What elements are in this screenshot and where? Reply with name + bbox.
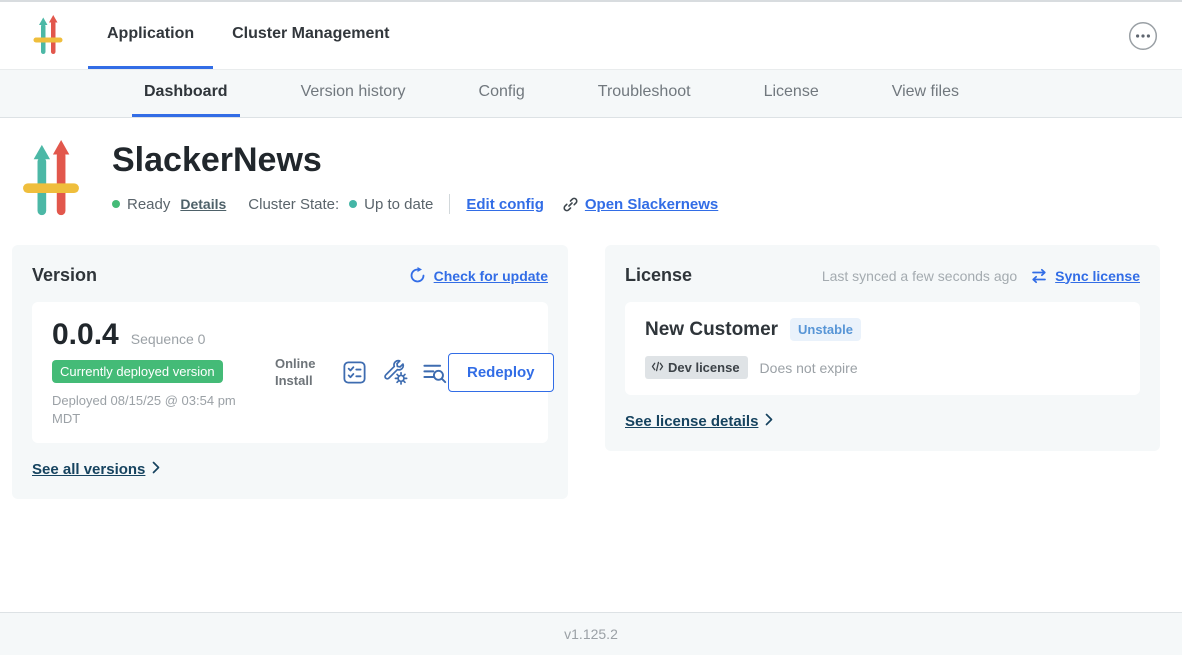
dashboard-cards: Version Check for update 0.0.4 Sequ [12,245,1160,499]
license-card: License Last synced a few seconds ago Sy… [605,245,1160,451]
deployed-date: Deployed 08/15/25 @ 03:54 pm MDT [52,392,248,427]
version-card: Version Check for update 0.0.4 Sequ [12,245,568,499]
customer-name: New Customer [645,319,778,341]
refresh-icon [409,267,426,284]
sync-icon [1031,268,1047,284]
license-panel: New Customer Unstable Dev license [625,302,1140,395]
current-version-panel: 0.0.4 Sequence 0 Currently deployed vers… [32,302,548,443]
app-logo [33,15,63,56]
channel-badge: Unstable [790,318,861,341]
link-chain-icon [562,196,579,213]
see-license-details-label: See license details [625,413,758,430]
footer: v1.125.2 [0,612,1182,655]
tab-version-history[interactable]: Version history [289,70,418,117]
top-nav: Application Cluster Management [0,2,1182,70]
dev-license-label: Dev license [668,360,740,375]
divider [449,194,450,214]
chevron-right-icon [765,413,773,430]
see-all-versions-label: See all versions [32,461,145,478]
app-sub-nav: Dashboard Version history Config Trouble… [0,70,1182,118]
cluster-state-value: Up to date [364,196,433,213]
config-wrench-icon-button[interactable] [381,359,408,386]
license-card-title: License [625,265,692,286]
tab-cluster-management[interactable]: Cluster Management [213,2,408,69]
tab-license[interactable]: License [752,70,831,117]
edit-config-link[interactable]: Edit config [466,196,544,213]
chevron-right-icon [152,461,160,478]
see-license-details-link[interactable]: See license details [625,413,773,430]
app-status-row: Ready Details Cluster State: Up to date … [112,194,718,214]
install-type-label: Online Install [275,356,327,390]
version-number: 0.0.4 [52,318,119,352]
open-app-link[interactable]: Open Slackernews [585,196,718,213]
deploy-logs-icon-button[interactable] [421,359,448,386]
preflight-checks-icon-button[interactable] [341,359,368,386]
tab-application[interactable]: Application [88,2,213,69]
version-card-title: Version [32,265,97,286]
dev-license-badge: Dev license [645,356,748,379]
page-title: SlackerNews [112,142,718,179]
cluster-state-label: Cluster State: [248,196,339,213]
tab-view-files[interactable]: View files [880,70,971,117]
ellipsis-icon [1128,39,1158,54]
app-status-dot [112,200,120,208]
redeploy-button[interactable]: Redeploy [448,353,554,392]
admin-console-page: Application Cluster Management Dashboard… [0,0,1182,655]
more-menu-button[interactable] [1128,21,1158,51]
top-tab-bar: Application Cluster Management [88,2,408,69]
sync-license-link[interactable]: Sync license [1055,268,1140,284]
license-expiry: Does not expire [760,360,858,376]
see-all-versions-link[interactable]: See all versions [32,461,160,478]
app-status-label: Ready [127,196,170,213]
check-for-update-link[interactable]: Check for update [434,268,548,284]
tab-troubleshoot[interactable]: Troubleshoot [586,70,703,117]
status-details-link[interactable]: Details [180,196,226,212]
code-icon [651,360,664,375]
tab-dashboard[interactable]: Dashboard [132,70,240,117]
footer-version: v1.125.2 [564,626,618,642]
last-synced-text: Last synced a few seconds ago [822,268,1017,284]
cluster-state-dot [349,200,357,208]
deployed-version-badge: Currently deployed version [52,360,223,383]
app-header: SlackerNews Ready Details Cluster State:… [0,118,1182,219]
sequence-label: Sequence 0 [131,331,206,347]
app-icon [22,140,80,219]
tab-config[interactable]: Config [467,70,537,117]
